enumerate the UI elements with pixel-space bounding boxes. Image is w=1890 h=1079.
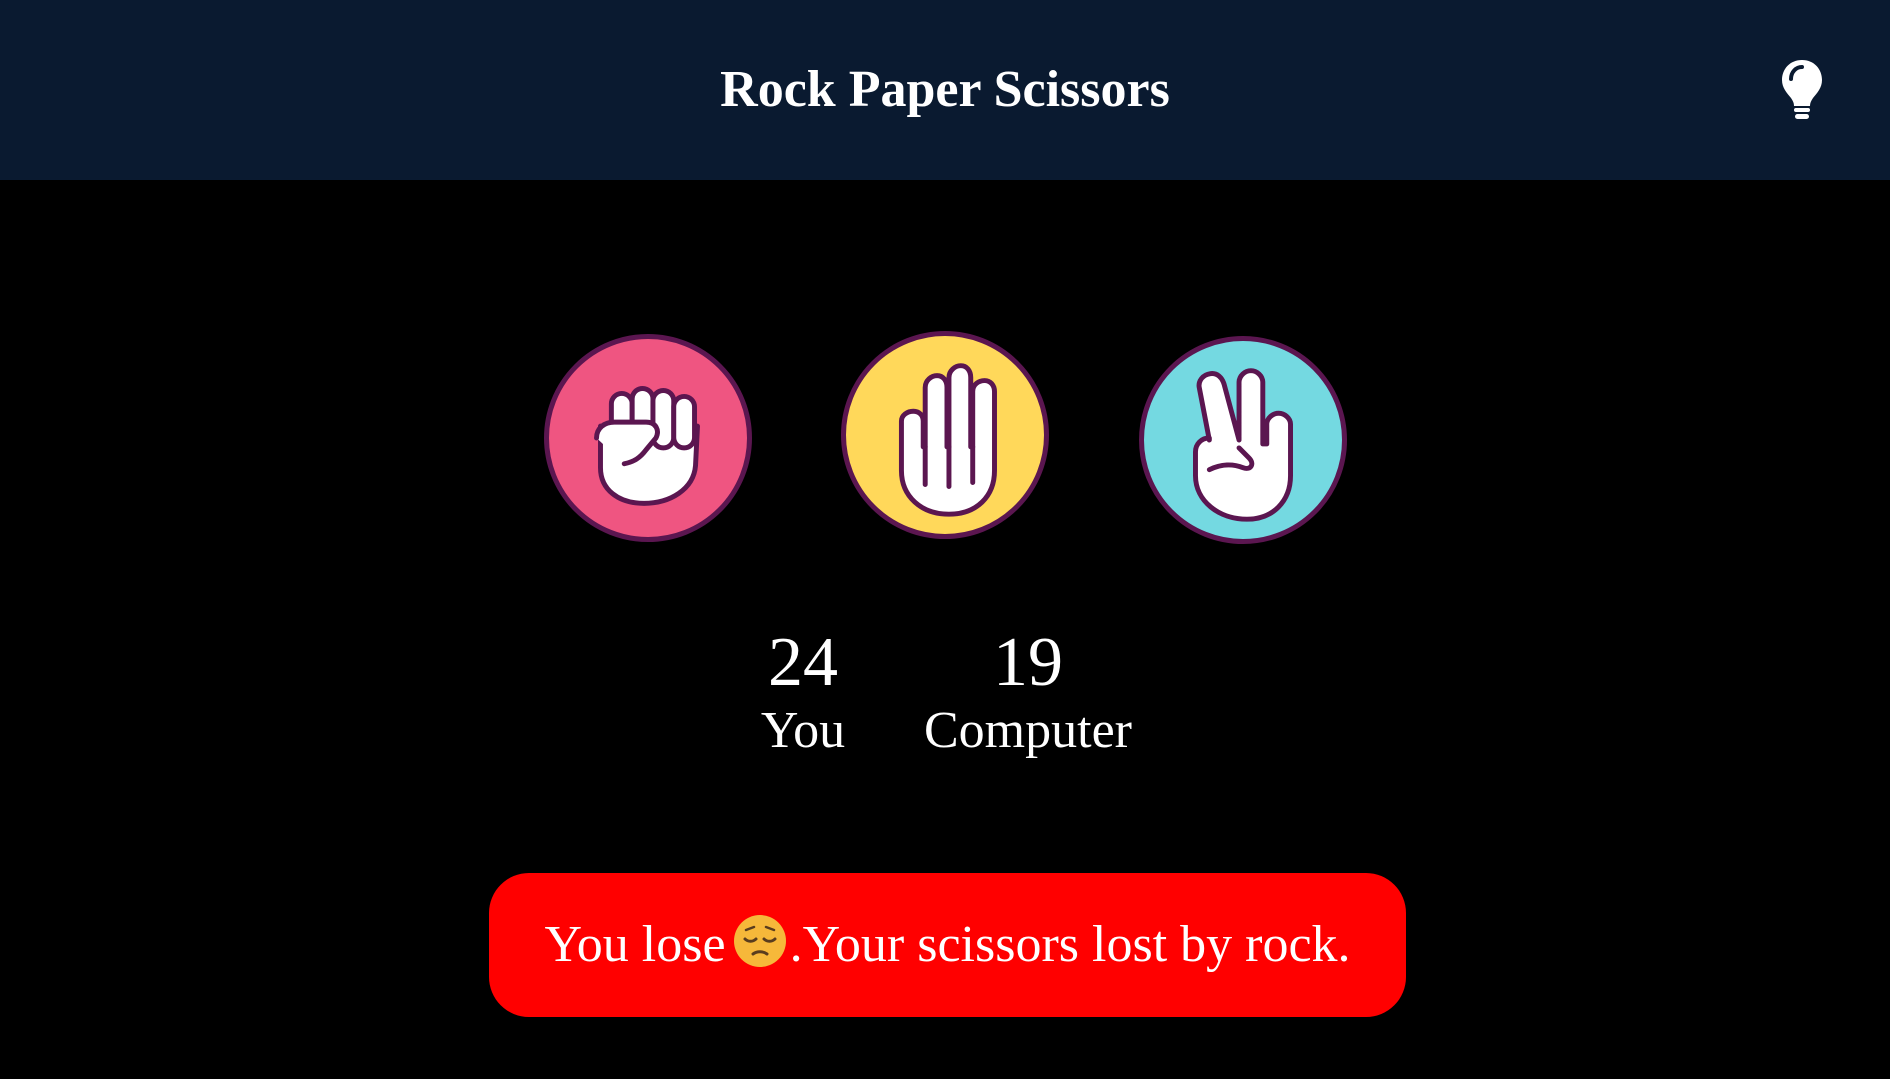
paper-button[interactable] <box>841 331 1049 539</box>
player-score-label: You <box>760 702 846 759</box>
pensive-face-icon <box>732 881 788 967</box>
computer-score: 19 Computer <box>910 625 1146 761</box>
computer-score-label: Computer <box>924 702 1132 759</box>
header-bar: Rock Paper Scissors <box>0 0 1890 180</box>
player-score: 24 You <box>745 625 861 761</box>
result-prefix: You lose <box>544 916 726 973</box>
fist-icon <box>594 386 700 506</box>
result-banner: You lose .Your scissors lost by rock. <box>489 873 1406 1017</box>
page-title: Rock Paper Scissors <box>720 61 1170 118</box>
victory-hand-icon <box>1193 368 1293 522</box>
result-message: .Your scissors lost by rock. <box>789 916 1351 973</box>
player-score-value: 24 <box>768 624 838 701</box>
rock-button[interactable] <box>544 334 752 542</box>
computer-score-value: 19 <box>993 624 1063 701</box>
scissors-button[interactable] <box>1139 336 1347 544</box>
open-hand-icon <box>898 363 997 517</box>
lightbulb-icon[interactable] <box>1778 58 1826 120</box>
